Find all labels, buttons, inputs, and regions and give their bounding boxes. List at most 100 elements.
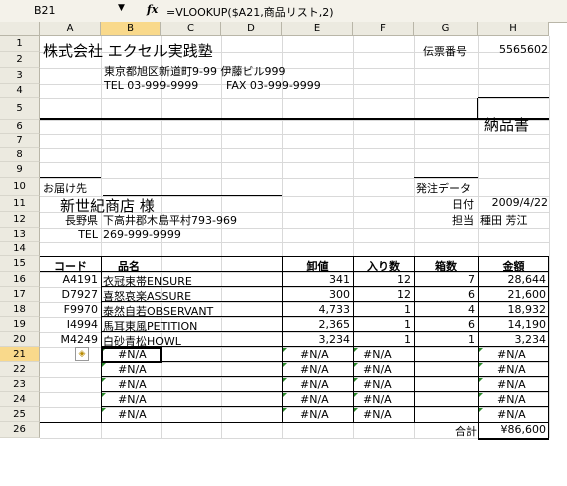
column-header-c[interactable]: C — [161, 22, 221, 36]
item-boxes[interactable]: 7 — [414, 273, 475, 286]
item-quantity[interactable]: 12 — [353, 273, 411, 286]
row-header-10[interactable]: 10 — [0, 178, 40, 196]
error-amount-cell[interactable]: #N/A — [497, 378, 526, 391]
item-amount[interactable]: 28,644 — [478, 273, 547, 286]
total-value[interactable]: ¥86,600 — [478, 423, 547, 436]
customer-address[interactable]: 下高井郡木島平村793-969 — [103, 212, 237, 228]
company-name[interactable]: 株式会社 エクセル実践塾 — [43, 40, 213, 61]
error-name-cell[interactable]: #N/A — [118, 348, 147, 361]
row-header-14[interactable]: 14 — [0, 242, 40, 256]
row-header-26[interactable]: 26 — [0, 422, 40, 438]
formula-input[interactable]: =VLOOKUP($A21,商品リスト,2) — [166, 4, 334, 20]
slip-number-label[interactable]: 伝票番号 — [423, 43, 467, 59]
company-address[interactable]: 東京都旭区新道町9-99 伊藤ビル999 — [104, 63, 285, 79]
date-label[interactable]: 日付 — [452, 196, 474, 212]
row-header-9[interactable]: 9 — [0, 162, 40, 178]
staff-name[interactable]: 種田 芳江 — [480, 212, 528, 228]
item-code[interactable]: M4249 — [40, 333, 99, 346]
column-header-h[interactable]: H — [478, 22, 549, 36]
order-data-label[interactable]: 発注データ — [416, 180, 471, 196]
error-amount-cell[interactable]: #N/A — [497, 393, 526, 406]
error-qty-cell[interactable]: #N/A — [363, 393, 392, 406]
error-price-cell[interactable]: #N/A — [300, 378, 329, 391]
fx-icon[interactable]: fx — [147, 3, 158, 16]
error-qty-cell[interactable]: #N/A — [363, 408, 392, 421]
customer-tel[interactable]: 269-999-9999 — [103, 228, 181, 241]
slip-number[interactable]: 5565602 — [478, 43, 548, 56]
item-amount[interactable]: 14,190 — [478, 318, 547, 331]
row-header-12[interactable]: 12 — [0, 212, 40, 228]
item-boxes[interactable]: 1 — [414, 333, 475, 346]
error-price-cell[interactable]: #N/A — [300, 393, 329, 406]
column-header-d[interactable]: D — [221, 22, 282, 36]
row-header-2[interactable]: 2 — [0, 52, 40, 68]
warning-diamond-icon[interactable]: ◈ — [75, 347, 89, 361]
row-header-7[interactable]: 7 — [0, 134, 40, 148]
item-code[interactable]: I4994 — [40, 318, 98, 331]
item-quantity[interactable]: 12 — [353, 288, 411, 301]
item-amount[interactable]: 21,600 — [478, 288, 547, 301]
row-header-18[interactable]: 18 — [0, 302, 40, 317]
delivery-to-label[interactable]: お届け先 — [43, 180, 87, 196]
company-tel[interactable]: TEL 03-999-9999 — [104, 79, 198, 92]
error-price-cell[interactable]: #N/A — [300, 363, 329, 376]
item-price[interactable]: 2,365 — [282, 318, 351, 331]
column-header-b[interactable]: B — [101, 22, 161, 36]
row-header-11[interactable]: 11 — [0, 196, 40, 212]
item-price[interactable]: 3,234 — [282, 333, 351, 346]
item-boxes[interactable]: 6 — [414, 288, 475, 301]
row-header-6[interactable]: 6 — [0, 120, 40, 134]
name-box[interactable]: B21 — [34, 4, 56, 17]
company-fax[interactable]: FAX 03-999-9999 — [226, 79, 321, 92]
error-amount-cell[interactable]: #N/A — [497, 363, 526, 376]
row-header-15[interactable]: 15 — [0, 256, 40, 272]
error-amount-cell[interactable]: #N/A — [497, 408, 526, 421]
item-price[interactable]: 300 — [282, 288, 350, 301]
customer-tel-label[interactable]: TEL — [40, 228, 98, 241]
column-header-g[interactable]: G — [414, 22, 478, 36]
item-boxes[interactable]: 6 — [414, 318, 475, 331]
error-amount-cell[interactable]: #N/A — [497, 348, 526, 361]
select-all-corner[interactable] — [0, 22, 40, 36]
item-boxes[interactable]: 4 — [414, 303, 475, 316]
column-header-e[interactable]: E — [282, 22, 353, 36]
row-header-8[interactable]: 8 — [0, 148, 40, 162]
row-header-21[interactable]: 21 — [0, 347, 40, 362]
column-header-f[interactable]: F — [353, 22, 414, 36]
error-qty-cell[interactable]: #N/A — [363, 348, 392, 361]
error-name-cell[interactable]: #N/A — [118, 408, 147, 421]
error-price-cell[interactable]: #N/A — [300, 348, 329, 361]
item-price[interactable]: 4,733 — [282, 303, 351, 316]
row-header-19[interactable]: 19 — [0, 317, 40, 332]
row-header-25[interactable]: 25 — [0, 407, 40, 422]
row-header-23[interactable]: 23 — [0, 377, 40, 392]
error-name-cell[interactable]: #N/A — [118, 363, 147, 376]
item-amount[interactable]: 18,932 — [478, 303, 547, 316]
total-label[interactable]: 合計 — [455, 423, 477, 439]
item-price[interactable]: 341 — [282, 273, 350, 286]
item-quantity[interactable]: 1 — [353, 318, 411, 331]
item-code[interactable]: F9970 — [40, 303, 98, 316]
item-amount[interactable]: 3,234 — [478, 333, 547, 346]
error-qty-cell[interactable]: #N/A — [363, 378, 392, 391]
row-header-24[interactable]: 24 — [0, 392, 40, 407]
row-header-1[interactable]: 1 — [0, 36, 40, 52]
error-name-cell[interactable]: #N/A — [118, 393, 147, 406]
delivery-date[interactable]: 2009/4/22 — [478, 196, 548, 209]
row-header-22[interactable]: 22 — [0, 362, 40, 377]
customer-prefecture[interactable]: 長野県 — [40, 212, 98, 228]
row-header-4[interactable]: 4 — [0, 84, 40, 98]
error-name-cell[interactable]: #N/A — [118, 378, 147, 391]
item-code[interactable]: A4191 — [40, 273, 98, 286]
error-price-cell[interactable]: #N/A — [300, 408, 329, 421]
row-header-5[interactable]: 5 — [0, 98, 40, 120]
row-header-16[interactable]: 16 — [0, 272, 40, 287]
item-quantity[interactable]: 1 — [353, 333, 411, 346]
staff-label[interactable]: 担当 — [452, 212, 474, 228]
row-header-13[interactable]: 13 — [0, 228, 40, 242]
error-qty-cell[interactable]: #N/A — [363, 363, 392, 376]
row-header-3[interactable]: 3 — [0, 68, 40, 84]
column-header-a[interactable]: A — [40, 22, 101, 36]
name-box-dropdown-icon[interactable]: ▼ — [118, 3, 125, 13]
item-code[interactable]: D7927 — [40, 288, 98, 301]
